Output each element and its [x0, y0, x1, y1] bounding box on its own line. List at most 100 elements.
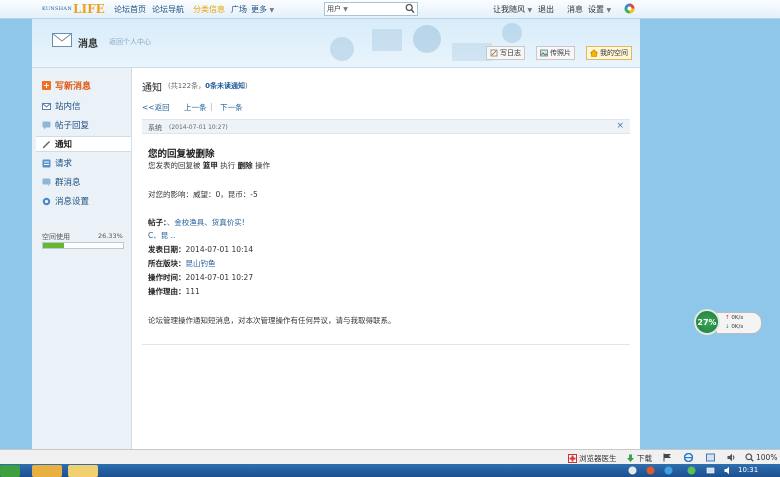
window-icon[interactable]: [706, 453, 715, 462]
sidebar-item-message-settings[interactable]: 消息设置: [42, 195, 89, 207]
zoom-control[interactable]: 100%: [745, 453, 777, 462]
network-speed-widget[interactable]: ↑ 0K/s ↓ 0K/s 27%: [694, 309, 764, 335]
back-to-profile-link[interactable]: 返回个人中心: [109, 37, 151, 47]
nav-logout[interactable]: 退出: [538, 4, 554, 15]
operation-name: 删除: [237, 161, 253, 170]
search-scope-select[interactable]: 用户 ▼: [327, 4, 348, 14]
sidebar: + 写新消息 站内信 帖子回复 通知 请求 群消息 消息设置 空间使用 26.3…: [32, 68, 132, 449]
notifications-title: 通知: [142, 83, 162, 94]
speaker-icon[interactable]: [727, 453, 736, 462]
download-label: 下载: [637, 454, 652, 463]
pencil-icon: [42, 140, 51, 148]
settings-label: 设置: [588, 5, 604, 14]
nav-more[interactable]: 更多 ▼: [251, 4, 274, 15]
search-icon[interactable]: [405, 3, 415, 14]
top-navigation-bar: KUNSHAN LIFE 论坛首页 论坛导航 分类信息 广场 更多 ▼ 用户 ▼…: [0, 0, 780, 19]
nav-username[interactable]: 让我随风 ▼: [493, 4, 532, 15]
tray-icon[interactable]: [687, 466, 696, 475]
sidebar-item-inbox[interactable]: 站内信: [42, 100, 81, 112]
request-icon: [42, 159, 51, 167]
board-link[interactable]: 昆山钓鱼: [186, 259, 216, 268]
space-usage-fill: [43, 243, 65, 248]
sidebar-item-label: 请求: [55, 159, 73, 169]
line1-e: 操作: [255, 161, 271, 170]
optime-label: 操作时间：: [148, 273, 186, 282]
logo-small-text: KUNSHAN: [42, 5, 73, 12]
reason-value: 111: [185, 287, 200, 296]
close-icon[interactable]: ×: [616, 121, 624, 131]
nav-more-label: 更多: [251, 5, 267, 14]
optime-value: 2014-07-01 10:27: [185, 273, 254, 282]
browser-logo-icon[interactable]: [624, 3, 635, 14]
count-suffix: ): [244, 82, 248, 90]
post-link-continued[interactable]: C、昆 ..: [148, 230, 175, 241]
nav-messages[interactable]: 消息: [567, 4, 583, 15]
network-icon[interactable]: [706, 466, 715, 475]
nav-settings[interactable]: 设置 ▼: [588, 4, 611, 15]
zoom-level: 100%: [756, 453, 778, 462]
chevron-down-icon: ▼: [343, 6, 348, 13]
tray-icon[interactable]: [646, 466, 655, 475]
start-button[interactable]: [0, 465, 20, 477]
chevron-down-icon: ▼: [606, 7, 612, 14]
main-content: 通知 (共122条，0条未读通知) <<返回 上一条 | 下一条 系统 (201…: [132, 68, 640, 449]
nav-classifieds[interactable]: 分类信息: [193, 4, 225, 15]
post-line: 帖子：、金校渔具、货真价实!: [148, 217, 245, 228]
notification-count: (共122条，0条未读通知): [168, 81, 248, 91]
browser-doctor-button[interactable]: 浏览器医生: [568, 453, 617, 464]
sidebar-item-post-replies[interactable]: 帖子回复: [42, 119, 89, 131]
taskbar-app-outlook[interactable]: [32, 465, 62, 477]
nav-forum-guide[interactable]: 论坛导航: [152, 4, 184, 15]
sidebar-item-group-messages[interactable]: 群消息: [42, 176, 81, 188]
ie-icon[interactable]: [684, 453, 693, 462]
download-speed: ↓ 0K/s: [725, 324, 743, 330]
header-band: 消息 返回个人中心 写日志 传照片 我的空间: [32, 19, 640, 68]
download-speed-value: 0K/s: [731, 324, 744, 330]
divider: [142, 344, 630, 345]
page-title: 消息: [78, 39, 98, 50]
date-value: 2014-07-01 10:14: [185, 245, 254, 254]
sidebar-item-notifications[interactable]: 通知: [36, 136, 131, 152]
group-chat-icon: [42, 178, 51, 186]
next-link[interactable]: 下一条: [220, 102, 243, 113]
comment-icon: [42, 121, 51, 129]
username-label: 让我随风: [493, 5, 525, 14]
prev-link[interactable]: 上一条: [184, 102, 207, 113]
download-button[interactable]: 下载: [626, 453, 652, 464]
line1-a: 您发表的回复被: [148, 161, 201, 170]
envelope-icon: [52, 33, 72, 47]
volume-icon[interactable]: [724, 466, 733, 475]
write-blog-button[interactable]: 写日志: [486, 46, 525, 60]
post-link[interactable]: 、金校渔具、货真价实!: [167, 218, 245, 227]
arrow-up-icon: ↑: [725, 315, 730, 321]
tray-icon[interactable]: [628, 466, 637, 475]
compose-message-button[interactable]: + 写新消息: [42, 79, 91, 92]
post-date-line: 发表日期：2014-07-01 10:14: [148, 244, 253, 255]
message-heading: 您的回复被删除: [148, 149, 215, 160]
chevron-down-icon: ▼: [269, 7, 275, 14]
doctor-icon: [568, 454, 577, 463]
upload-photo-button[interactable]: 传照片: [536, 46, 575, 60]
mail-icon: [42, 102, 51, 110]
sidebar-item-label: 消息设置: [55, 197, 90, 207]
tray-icon[interactable]: [664, 466, 673, 475]
search-box[interactable]: 用户 ▼: [324, 2, 418, 16]
site-logo[interactable]: KUNSHAN LIFE: [42, 2, 105, 16]
reason-label: 操作理由：: [148, 287, 186, 296]
arrow-down-icon: ↓: [725, 324, 730, 330]
flag-icon[interactable]: [663, 453, 672, 462]
unread-count-link[interactable]: 0条未读通知: [205, 82, 245, 90]
my-space-button[interactable]: 我的空间: [586, 46, 632, 60]
back-link[interactable]: <<返回: [142, 102, 170, 113]
taskbar-clock[interactable]: 10:31: [738, 466, 758, 474]
upload-speed: ↑ 0K/s: [725, 315, 743, 321]
footer-note: 论坛管理操作通知短消息，对本次管理操作有任何异议，请与我取得联系。: [148, 316, 396, 325]
space-usage-label: 空间使用: [42, 233, 70, 241]
nav-plaza[interactable]: 广场: [231, 4, 247, 15]
message-time: (2014-07-01 10:27): [169, 124, 228, 131]
taskbar-app-explorer[interactable]: [68, 465, 98, 477]
photo-icon: [540, 49, 548, 57]
nav-forum-home[interactable]: 论坛首页: [114, 4, 146, 15]
sidebar-item-requests[interactable]: 请求: [42, 157, 72, 169]
effect-text: 对您的影响：威望：0，昆币：-5: [148, 190, 258, 199]
